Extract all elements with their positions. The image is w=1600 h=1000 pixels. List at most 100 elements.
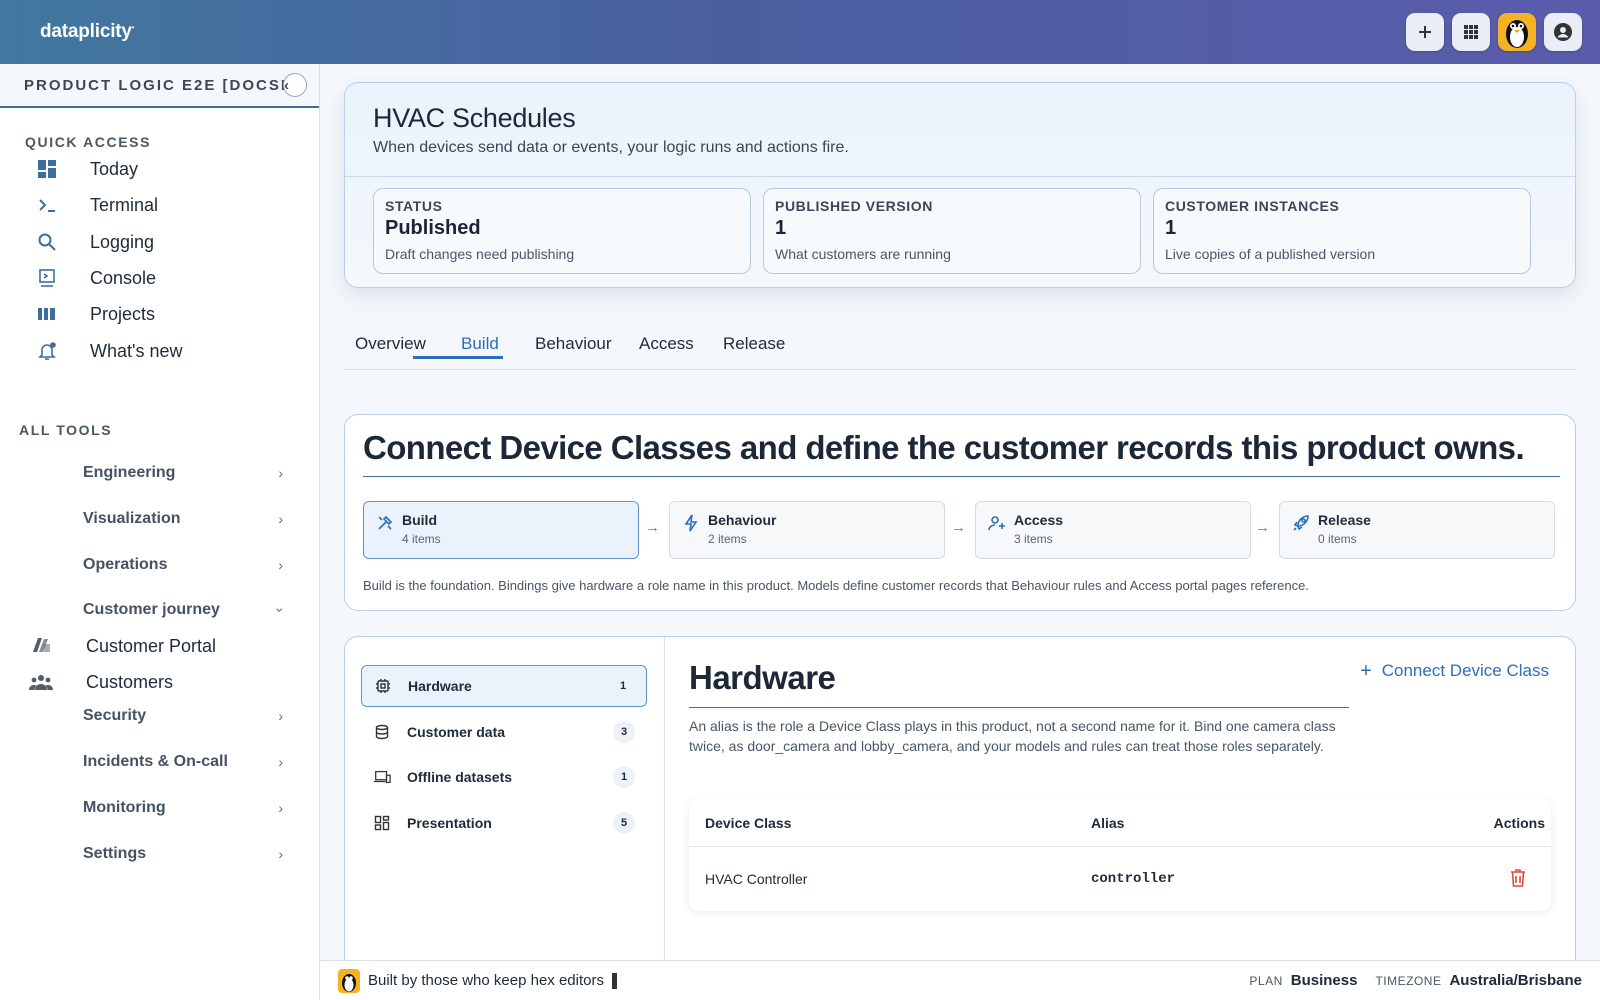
step-release[interactable]: Release 0 items (1279, 501, 1555, 559)
bindings-table: Device Class Alias Actions HVAC Controll… (689, 799, 1551, 911)
top-bar: dataplicity• (0, 0, 1600, 64)
section-title: Hardware (689, 659, 836, 696)
apps-button[interactable] (1452, 13, 1490, 51)
section-description: An alias is the role a Device Class play… (689, 718, 1336, 754)
build-nav-offline-datasets[interactable]: Offline datasets 1 (361, 756, 647, 798)
chip-icon (374, 677, 392, 695)
build-nav-presentation[interactable]: Presentation 5 (361, 802, 647, 844)
sidebar-item-console[interactable]: Console (36, 263, 156, 293)
sidebar-item-logging[interactable]: Logging (36, 227, 154, 257)
project-selector[interactable]: PRODUCT LOGIC E2E [DOCSFIN ‹ (0, 64, 319, 108)
chevron-right-icon: › (278, 800, 283, 816)
dashboard-icon (36, 158, 58, 180)
tab-access[interactable]: Access (639, 334, 694, 354)
tool-group-engineering[interactable]: Engineering › (83, 458, 283, 488)
build-nav: Hardware 1 Customer data 3 Offline datas… (345, 637, 665, 975)
count-badge: 5 (613, 812, 635, 834)
console-icon (36, 267, 58, 289)
build-nav-hardware[interactable]: Hardware 1 (361, 665, 647, 707)
chevron-right-icon: › (278, 511, 283, 527)
flow-heading: Connect Device Classes and define the cu… (363, 429, 1525, 466)
main-content: HVAC Schedules When devices send data or… (320, 64, 1600, 976)
footer: Built by those who keep hex editors PLAN… (320, 960, 1600, 1000)
timezone-value: Australia/Brisbane (1449, 972, 1582, 989)
plan-value: Business (1290, 972, 1358, 989)
user-circle-icon (1554, 23, 1572, 41)
tab-behaviour[interactable]: Behaviour (535, 334, 612, 354)
status-value: Published (385, 217, 481, 239)
sidebar-item-terminal[interactable]: Terminal (36, 190, 158, 220)
devices-icon (373, 768, 391, 786)
people-icon (28, 671, 54, 693)
sidebar-item-customer-portal[interactable]: Customer Portal (28, 631, 216, 661)
tab-build[interactable]: Build (461, 334, 499, 354)
divider (689, 707, 1349, 708)
chevron-right-icon: › (278, 708, 283, 724)
column-header: Actions (1493, 815, 1545, 831)
plus-icon (1419, 26, 1431, 38)
build-nav-customer-data[interactable]: Customer data 3 (361, 711, 647, 753)
chevron-left-icon: ‹ (284, 76, 291, 94)
delete-icon[interactable] (1509, 868, 1527, 888)
arrow-right-icon: → (1255, 519, 1270, 536)
connect-device-class-button[interactable]: + Connect Device Class (1360, 661, 1549, 681)
quick-access-title: QUICK ACCESS (25, 134, 152, 150)
arrow-right-icon: → (645, 519, 660, 536)
tab-overview[interactable]: Overview (355, 334, 426, 354)
divider (345, 176, 1575, 177)
tool-group-settings[interactable]: Settings › (83, 839, 283, 869)
tab-release[interactable]: Release (723, 334, 785, 354)
active-tab-indicator (413, 356, 503, 359)
add-button[interactable] (1406, 13, 1444, 51)
chevron-down-icon: › (272, 607, 289, 613)
footer-tagline: Built by those who keep hex editors (338, 968, 617, 993)
tool-group-visualization[interactable]: Visualization › (83, 504, 283, 534)
rocket-icon (1293, 515, 1309, 531)
layout-icon (373, 814, 391, 832)
step-behaviour[interactable]: Behaviour 2 items (669, 501, 945, 559)
chevron-right-icon: › (278, 557, 283, 573)
all-tools-title: ALL TOOLS (19, 422, 113, 438)
stat-status: STATUS Published Draft changes need publ… (373, 188, 751, 274)
sidebar-item-whats-new[interactable]: What's new (36, 336, 182, 366)
sidebar: PRODUCT LOGIC E2E [DOCSFIN ‹ QUICK ACCES… (0, 64, 320, 1000)
cursor-block (611, 972, 617, 989)
chevron-right-icon: › (278, 846, 283, 862)
divider (363, 476, 1560, 477)
step-build[interactable]: Build 4 items (363, 501, 639, 559)
flow-note: Build is the foundation. Bindings give h… (363, 578, 1309, 593)
account-button[interactable] (1544, 13, 1582, 51)
sidebar-item-customers[interactable]: Customers (28, 667, 173, 697)
count-badge: 1 (613, 766, 635, 788)
stat-published-version: PUBLISHED VERSION 1 What customers are r… (763, 188, 1141, 274)
project-name: PRODUCT LOGIC E2E [DOCSFIN (24, 76, 286, 94)
portal-icon (28, 635, 54, 657)
tool-group-monitoring[interactable]: Monitoring › (83, 793, 283, 823)
plus-icon: + (1360, 660, 1372, 682)
grid-icon (1464, 25, 1478, 39)
table-cell-device-class: HVAC Controller (705, 871, 808, 887)
collapse-sidebar-button[interactable]: ‹ (283, 73, 307, 97)
count-badge: 3 (613, 721, 635, 743)
table-cell-alias: controller (1091, 871, 1176, 887)
tool-group-operations[interactable]: Operations › (83, 550, 283, 580)
tool-group-incidents[interactable]: Incidents & On-call › (83, 747, 283, 777)
product-header-card: HVAC Schedules When devices send data or… (344, 82, 1576, 288)
tools-icon (378, 515, 393, 530)
chevron-right-icon: › (278, 465, 283, 481)
penguin-avatar-button[interactable] (1498, 13, 1536, 51)
footer-meta: PLAN Business TIMEZONE Australia/Brisban… (1249, 972, 1582, 989)
top-actions (1406, 13, 1582, 51)
bell-icon (36, 340, 58, 362)
page-subtitle: When devices send data or events, your l… (373, 139, 849, 156)
step-access[interactable]: Access 3 items (975, 501, 1251, 559)
sidebar-item-today[interactable]: Today (36, 154, 138, 184)
tool-group-security[interactable]: Security › (83, 701, 283, 731)
tool-group-customer-journey[interactable]: Customer journey › (83, 595, 289, 625)
penguin-icon (1506, 20, 1528, 48)
build-section-card: Hardware 1 Customer data 3 Offline datas… (344, 636, 1576, 976)
sidebar-item-projects[interactable]: Projects (36, 299, 155, 329)
brand-logo[interactable]: dataplicity• (40, 21, 135, 43)
database-icon (373, 723, 391, 741)
stat-customer-instances: CUSTOMER INSTANCES 1 Live copies of a pu… (1153, 188, 1531, 274)
